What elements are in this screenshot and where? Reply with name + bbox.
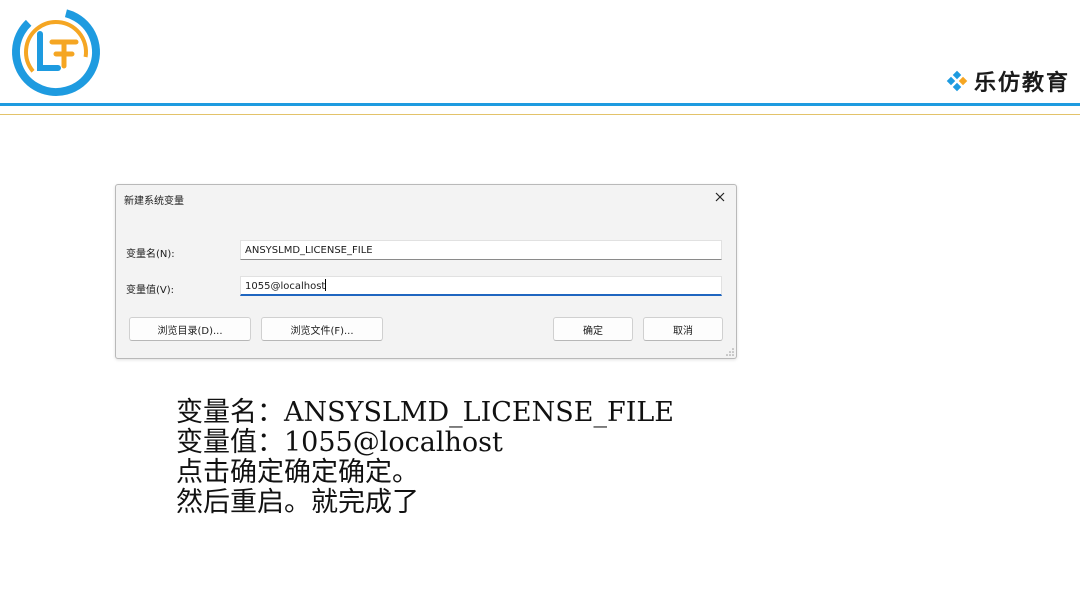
note-line: 点击确定确定确定。 [176,457,419,488]
text-caret [325,279,327,291]
cancel-button[interactable]: 取消 [643,317,723,341]
variable-value-label: 变量值(V): [126,285,175,296]
diamond-icon [946,70,968,92]
dialog-title: 新建系统变量 [124,196,184,207]
variable-value-value: 1055@localhost [245,281,326,292]
browse-directory-button[interactable]: 浏览目录(D)... [129,317,251,341]
note-line: 变量名：ANSYSLMD_LICENSE_FILE [176,397,674,428]
note-line: 然后重启。就完成了 [176,487,419,518]
variable-name-input[interactable]: ANSYSLMD_LICENSE_FILE [240,240,722,260]
browse-file-button[interactable]: 浏览文件(F)... [261,317,383,341]
new-system-variable-dialog: 新建系统变量 变量名(N): ANSYSLMD_LICENSE_FILE 变量值… [115,184,737,359]
brand-logo [10,4,106,100]
close-button[interactable] [712,189,728,205]
close-icon [715,192,725,202]
variable-name-value: ANSYSLMD_LICENSE_FILE [245,245,373,256]
variable-name-label: 变量名(N): [126,249,175,260]
header-rule-gold [0,114,1080,115]
resize-grip-icon[interactable] [726,348,734,356]
note-line: 变量值：1055@localhost [176,427,503,458]
brand-name: 乐仿教育 [946,64,1070,98]
variable-value-input[interactable]: 1055@localhost [240,276,722,296]
ok-button[interactable]: 确定 [553,317,633,341]
brand-text: 乐仿教育 [973,70,1070,96]
header-rule-blue [0,103,1080,106]
instruction-text: 变量名：ANSYSLMD_LICENSE_FILE 变量值：1055@local… [176,398,674,518]
